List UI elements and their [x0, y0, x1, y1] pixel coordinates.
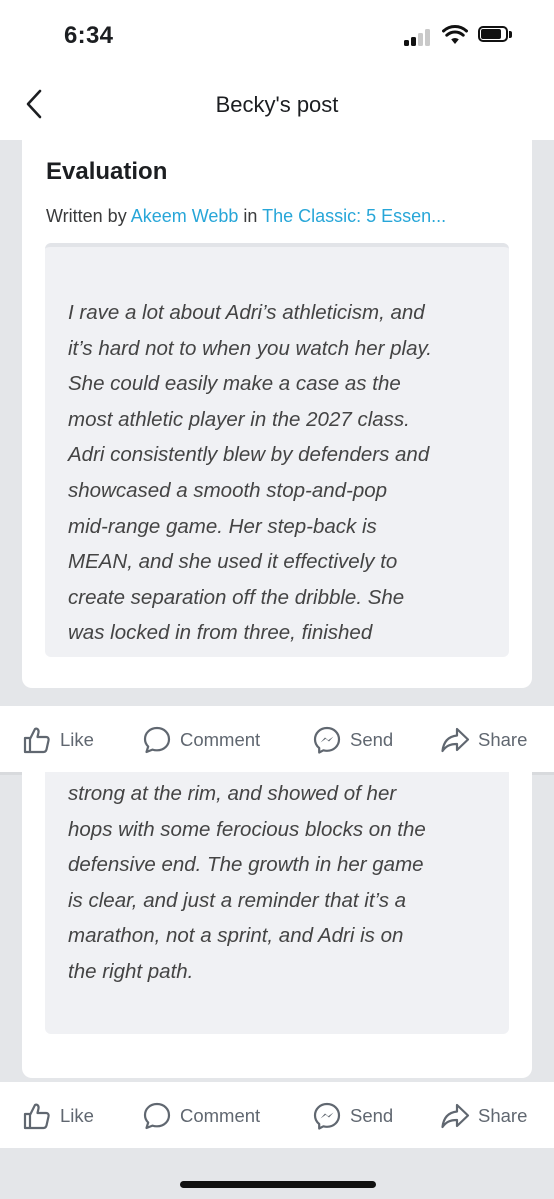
header: Becky's post	[0, 72, 554, 140]
quote-line: create separation off the dribble. She	[68, 585, 405, 609]
send-label: Send	[350, 729, 394, 750]
quote-text-continued: strong at the rim, and showed of her hop…	[68, 776, 488, 990]
comment-button[interactable]: Comment	[142, 1102, 260, 1130]
like-label: Like	[60, 1105, 94, 1126]
share-arrow-icon	[441, 1103, 470, 1129]
quote-line: hops with some ferocious blocks on the	[68, 817, 426, 841]
article-title: Evaluation	[46, 158, 168, 185]
quote-line: She could easily make a case as the	[68, 372, 401, 396]
messenger-icon	[313, 1102, 341, 1130]
byline-prefix: Written by	[46, 206, 131, 226]
cellular-signal-icon	[404, 28, 434, 46]
quote-line: strong at the rim, and showed of her	[68, 782, 397, 805]
send-label: Send	[350, 1105, 394, 1126]
battery-icon	[478, 26, 514, 44]
post-action-bar-bottom: Like Comment Send Share	[0, 1082, 554, 1148]
publication-link[interactable]: The Classic: 5 Essen...	[262, 206, 446, 226]
author-link[interactable]: Akeem Webb	[131, 206, 239, 226]
byline-middle: in	[238, 206, 263, 226]
home-indicator-area	[0, 1148, 554, 1199]
quote-block: I rave a lot about Adri’s athleticism, a…	[45, 243, 509, 657]
home-indicator[interactable]	[180, 1181, 376, 1188]
like-label: Like	[60, 729, 94, 750]
status-time: 6:34	[64, 22, 114, 49]
page-title: Becky's post	[215, 92, 339, 117]
comment-bubble-icon	[143, 1102, 171, 1130]
quote-line: is clear, and just a reminder that it’s …	[68, 888, 407, 912]
quote-line: it’s hard not to when you watch her play…	[68, 336, 432, 360]
quote-line: I rave a lot about Adri’s athleticism, a…	[68, 301, 425, 324]
share-arrow-icon	[441, 727, 470, 753]
quote-line: marathon, not a sprint, and Adri is on	[68, 924, 404, 948]
send-button[interactable]: Send	[312, 726, 393, 754]
quote-block-continued: strong at the rim, and showed of her hop…	[45, 772, 509, 1034]
like-button[interactable]: Like	[22, 1102, 94, 1130]
wifi-icon	[442, 25, 468, 44]
share-label: Share	[478, 729, 528, 750]
status-bar: 6:34	[0, 0, 554, 72]
comment-label: Comment	[180, 729, 261, 750]
thumbs-up-icon	[23, 727, 50, 754]
comment-label: Comment	[180, 1105, 261, 1126]
quote-line: most athletic player in the 2027 class.	[68, 407, 410, 431]
thumbs-up-icon	[23, 1103, 50, 1130]
comment-bubble-icon	[143, 726, 171, 754]
article-byline: Written by Akeem Webb in The Classic: 5 …	[46, 206, 508, 227]
messenger-icon	[313, 726, 341, 754]
quote-line: mid-range game. Her step-back is	[68, 514, 377, 538]
share-button[interactable]: Share	[440, 1102, 527, 1130]
quote-line: MEAN, and she used it effectively to	[68, 550, 398, 574]
quote-line: Adri consistently blew by defenders and	[68, 443, 430, 467]
quote-text: I rave a lot about Adri’s athleticism, a…	[68, 295, 488, 651]
send-button[interactable]: Send	[312, 1102, 393, 1130]
quote-line: defensive end. The growth in her game	[68, 853, 424, 877]
article-card-continued[interactable]: strong at the rim, and showed of her hop…	[22, 772, 532, 1078]
quote-line: was locked in from three, finished	[68, 621, 373, 645]
post-action-bar: Like Comment Send Share	[0, 706, 554, 775]
share-button[interactable]: Share	[440, 726, 527, 754]
like-button[interactable]: Like	[22, 726, 94, 754]
quote-line: showcased a smooth stop-and-pop	[68, 478, 388, 502]
comment-button[interactable]: Comment	[142, 726, 260, 754]
quote-line: the right path.	[68, 959, 194, 983]
article-card[interactable]: Evaluation Written by Akeem Webb in The …	[22, 140, 532, 688]
share-label: Share	[478, 1105, 528, 1126]
